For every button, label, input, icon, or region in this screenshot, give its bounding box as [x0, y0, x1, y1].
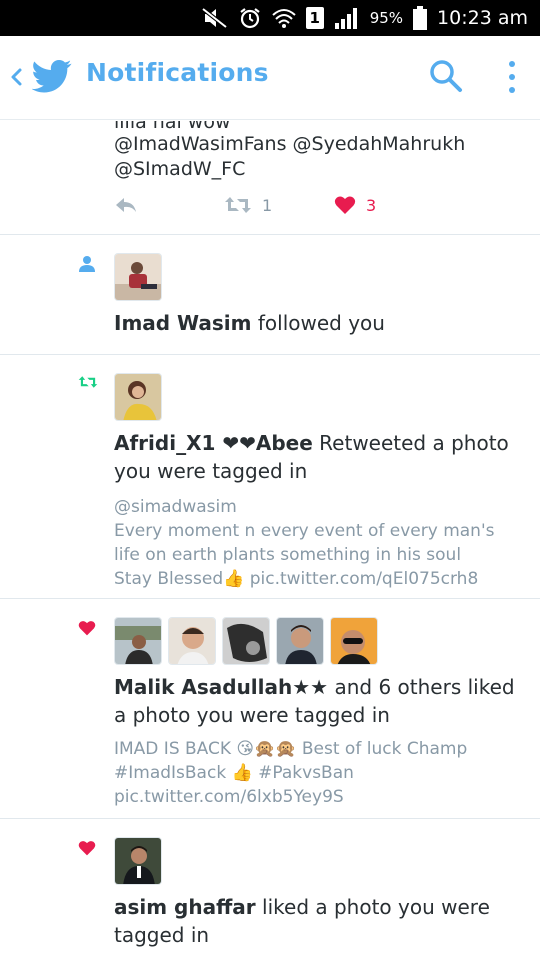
battery-percent: 95%	[369, 9, 404, 27]
user-name[interactable]: Imad Wasim	[114, 311, 252, 335]
page-title: Notifications	[86, 58, 269, 87]
user-name[interactable]: Afridi_X1 ❤❤Abee	[114, 431, 313, 455]
notification-retweet[interactable]: Afridi_X1 ❤❤Abee Retweeted a photo you w…	[0, 355, 540, 599]
avatar-row	[114, 373, 162, 421]
avatar[interactable]	[330, 617, 378, 665]
app-bar: Notifications	[0, 36, 540, 120]
overflow-menu-icon[interactable]	[500, 58, 524, 98]
tweet-card[interactable]: iiiia nai wow @ImadWasimFans @SyedahMahr…	[0, 121, 540, 235]
retweet-count: 1	[262, 195, 273, 215]
notification-like[interactable]: Malik Asadullah★★ and 6 others liked a p…	[0, 599, 540, 819]
tweet-preview-line: IMAD IS BACK 😘🙊🙊 Best of luck Champ	[114, 739, 468, 759]
notification-text: Afridi_X1 ❤❤Abee Retweeted a photo you w…	[114, 429, 524, 485]
follow-person-icon	[79, 256, 95, 272]
signal-icon	[334, 8, 357, 29]
tweet-text-line: @ImadWasimFans @SyedahMahrukh	[114, 133, 466, 155]
reply-icon	[116, 198, 136, 212]
retweet-icon	[78, 376, 98, 388]
tweet-preview-line: @simadwasim	[114, 497, 237, 517]
mute-icon	[201, 7, 227, 29]
tweet-preview-line: #ImadIsBack 👍 #PakvsBan	[114, 763, 354, 783]
clock: 10:23 am	[437, 7, 528, 29]
wifi-icon	[272, 9, 296, 28]
avatar[interactable]	[114, 617, 162, 665]
back-chevron-icon[interactable]	[6, 60, 26, 94]
search-icon[interactable]	[428, 58, 464, 94]
avatar-row	[114, 837, 162, 885]
tweet-actions: 1 3	[114, 195, 414, 221]
user-name[interactable]: asim ghaffar	[114, 895, 256, 919]
user-name[interactable]: Malik Asadullah★★	[114, 675, 328, 699]
heart-icon	[78, 621, 96, 636]
tweet-preview-line: Stay Blessed👍 pic.twitter.com/qEl075crh8	[114, 569, 479, 589]
notifications-feed[interactable]: iiiia nai wow @ImadWasimFans @SyedahMahr…	[0, 121, 540, 960]
avatar-row	[114, 253, 162, 301]
tweet-preview-line: Every moment n every event of every man'…	[114, 521, 495, 541]
tweet-preview-line: pic.twitter.com/6lxb5Yey9S	[114, 787, 344, 807]
heart-icon	[334, 196, 356, 214]
avatar[interactable]	[276, 617, 324, 665]
avatar[interactable]	[114, 837, 162, 885]
avatar[interactable]	[168, 617, 216, 665]
tweet-text-line: @SImadW_FC	[114, 158, 246, 180]
status-bar: 1 95% 10:23 am	[0, 0, 540, 36]
notification-text: Malik Asadullah★★ and 6 others liked a p…	[114, 673, 524, 729]
battery-icon	[413, 6, 428, 30]
retweet-button[interactable]: 1	[224, 195, 272, 215]
notification-text: Imad Wasim followed you	[114, 309, 524, 337]
tweet-text-cut: iiiia nai wow	[114, 121, 231, 133]
like-button[interactable]: 3	[334, 195, 376, 215]
avatar[interactable]	[114, 253, 162, 301]
avatar[interactable]	[114, 373, 162, 421]
like-count: 3	[366, 195, 377, 215]
notification-action: followed you	[251, 311, 385, 335]
tweet-preview-line: life on earth plants something in his so…	[114, 545, 462, 565]
twitter-bird-icon[interactable]	[32, 56, 72, 96]
notification-like[interactable]: asim ghaffar liked a photo you were tagg…	[0, 819, 540, 960]
sim-indicator: 1	[305, 7, 324, 29]
alarm-icon	[240, 8, 260, 29]
notification-follow[interactable]: Imad Wasim followed you	[0, 235, 540, 355]
heart-icon	[78, 841, 96, 856]
reply-button[interactable]	[114, 195, 138, 215]
avatar[interactable]	[222, 617, 270, 665]
retweet-icon	[225, 197, 251, 213]
notification-text: asim ghaffar liked a photo you were tagg…	[114, 893, 524, 949]
avatar-row	[114, 617, 378, 665]
